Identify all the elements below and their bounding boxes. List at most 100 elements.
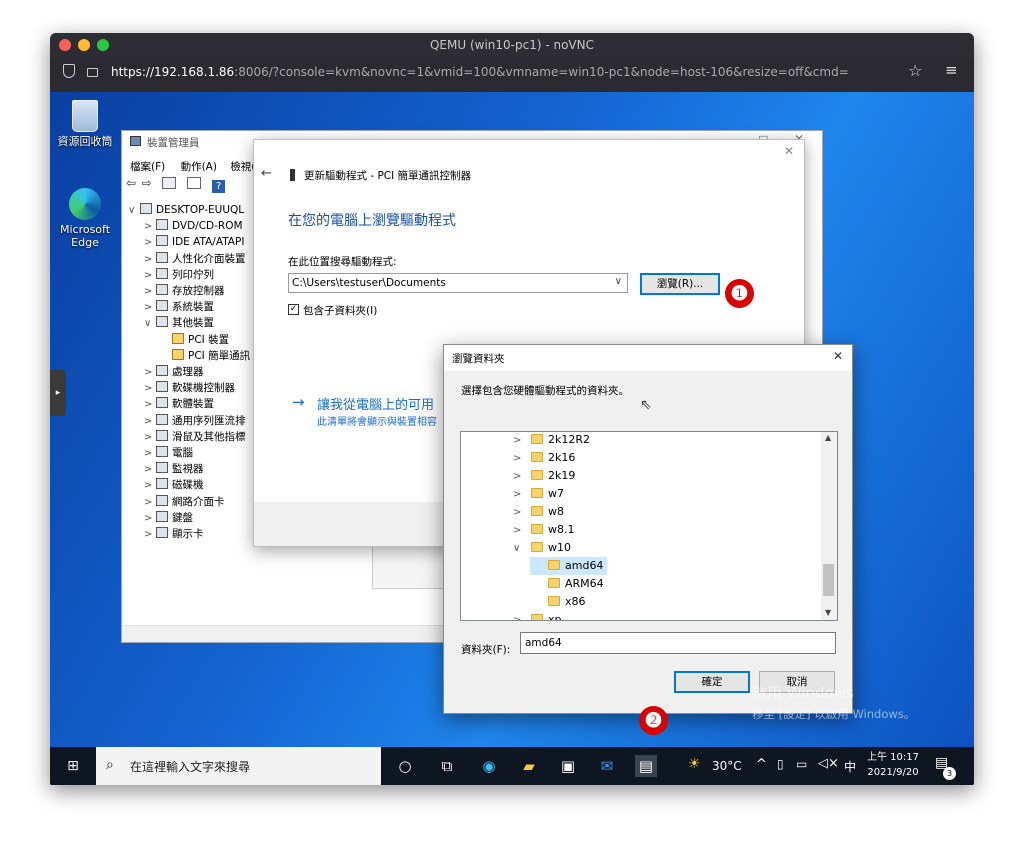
chevron-down-icon[interactable]: ∨ bbox=[144, 316, 156, 332]
chevron-right-icon[interactable]: > bbox=[513, 504, 531, 522]
close-window-button[interactable] bbox=[59, 39, 71, 51]
device-tree-item[interactable]: ∨ 其他裝置 bbox=[144, 315, 214, 332]
chevron-right-icon[interactable]: > bbox=[144, 252, 156, 268]
chevron-down-icon[interactable]: ∨ bbox=[128, 203, 140, 219]
back-arrow-icon[interactable]: ← bbox=[261, 166, 272, 181]
clock[interactable]: 上午 10:17 2021/9/20 bbox=[865, 750, 921, 780]
url-text[interactable]: https://192.168.1.86:8006/?console=kvm&n… bbox=[111, 57, 849, 87]
battery-icon[interactable]: ▯ bbox=[777, 757, 784, 771]
lock-icon[interactable] bbox=[87, 68, 98, 77]
zoom-window-button[interactable] bbox=[97, 39, 109, 51]
chevron-down-icon[interactable]: ∨ bbox=[513, 540, 531, 558]
device-tree-item[interactable]: > 監視器 bbox=[144, 461, 204, 478]
chevron-right-icon[interactable]: > bbox=[513, 612, 531, 620]
device-tree-item[interactable]: > 系統裝置 bbox=[144, 299, 214, 316]
device-tree-item[interactable]: > 電腦 bbox=[144, 445, 193, 462]
device-tree-item[interactable]: > 磁碟機 bbox=[144, 477, 204, 494]
ime-indicator[interactable]: 中 bbox=[844, 758, 856, 775]
device-tree-item[interactable]: > 通用序列匯流排 bbox=[144, 413, 246, 430]
chevron-right-icon[interactable]: > bbox=[144, 235, 156, 251]
scroll-up-icon[interactable]: ▲ bbox=[825, 433, 831, 442]
device-manager-taskbar-icon[interactable]: ▤ bbox=[635, 755, 657, 777]
folder-tree-item[interactable]: > w7 bbox=[513, 485, 564, 503]
task-view-icon[interactable]: ⧉ bbox=[436, 755, 458, 777]
chevron-right-icon[interactable]: > bbox=[144, 300, 156, 316]
driver-path-combo[interactable]: C:\Users\testuser\Documents ∨ bbox=[288, 273, 628, 293]
menu-view[interactable]: 檢視( bbox=[230, 161, 255, 173]
folder-tree-scrollbar[interactable]: ▲ ▼ bbox=[821, 432, 837, 620]
device-tree-item[interactable]: > DVD/CD-ROM bbox=[144, 218, 243, 235]
chevron-right-icon[interactable]: > bbox=[144, 414, 156, 430]
folder-tree-item[interactable]: > xp bbox=[513, 611, 562, 620]
chevron-right-icon[interactable]: > bbox=[144, 365, 156, 381]
chevron-right-icon[interactable]: > bbox=[513, 432, 531, 450]
chevron-right-icon[interactable]: > bbox=[513, 468, 531, 486]
device-tree-item[interactable]: > 列印佇列 bbox=[144, 267, 214, 284]
chevron-right-icon[interactable]: > bbox=[144, 478, 156, 494]
folder-tree[interactable]: >2k12R2 >2k16 >2k19 > w7 > w8 > w8.1 ∨ w10 amd64 ARM… bbox=[460, 431, 838, 621]
browse-close-icon[interactable]: ✕ bbox=[833, 349, 843, 363]
chevron-up-icon[interactable]: ^ bbox=[756, 757, 767, 772]
chevron-right-icon[interactable]: > bbox=[144, 397, 156, 413]
device-tree-item[interactable]: > 人性化介面裝置 bbox=[144, 251, 246, 268]
device-tree-item[interactable]: > 存放控制器 bbox=[144, 283, 225, 300]
device-tree-item[interactable]: PCI 裝置 bbox=[160, 332, 229, 348]
taskbar-search-box[interactable]: ⌕ 在這裡輸入文字來搜尋 bbox=[96, 747, 381, 785]
folder-tree-item[interactable]: > w8.1 bbox=[513, 521, 575, 539]
folder-tree-item[interactable]: ∨ w10 bbox=[513, 539, 571, 557]
edge-shortcut[interactable]: Microsoft Edge bbox=[53, 188, 117, 249]
shield-icon[interactable] bbox=[63, 64, 75, 78]
folder-tree-item[interactable]: >2k16 bbox=[513, 449, 575, 467]
chevron-right-icon[interactable]: > bbox=[144, 462, 156, 478]
folder-tree-item[interactable]: amd64 bbox=[530, 557, 608, 575]
weather-temperature[interactable]: 30°C bbox=[712, 759, 742, 773]
network-icon[interactable]: ▭ bbox=[796, 757, 807, 771]
browse-button[interactable]: 瀏覽(R)... bbox=[640, 273, 720, 295]
chevron-right-icon[interactable]: > bbox=[144, 268, 156, 284]
device-tree-item[interactable]: > 軟碟機控制器 bbox=[144, 380, 235, 397]
folder-tree-item[interactable]: ARM64 bbox=[530, 575, 604, 593]
back-arrow-icon[interactable]: ⇦ bbox=[126, 176, 136, 190]
device-tree-item[interactable]: > IDE ATA/ATAPI bbox=[144, 234, 244, 251]
ok-button[interactable]: 確定 bbox=[674, 671, 750, 693]
chevron-right-icon[interactable]: > bbox=[144, 381, 156, 397]
device-tree-item[interactable]: PCI 簡單通訊 bbox=[160, 348, 250, 364]
mail-icon[interactable]: ✉ bbox=[596, 755, 618, 777]
folder-tree-item[interactable]: x86 bbox=[530, 593, 586, 611]
novnc-sidebar-handle[interactable]: ▸ bbox=[50, 370, 66, 416]
include-subfolders-checkbox[interactable]: ✓ bbox=[288, 304, 299, 315]
chevron-right-icon[interactable]: > bbox=[144, 446, 156, 462]
pick-from-list-link[interactable]: 讓我從電腦上的可用 bbox=[317, 394, 434, 413]
chevron-down-icon[interactable]: ∨ bbox=[615, 276, 622, 287]
device-tree-item[interactable]: > 鍵盤 bbox=[144, 510, 193, 527]
start-icon[interactable]: ⊞ bbox=[62, 755, 84, 777]
folder-tree-item[interactable]: > w8 bbox=[513, 503, 564, 521]
properties-icon[interactable] bbox=[162, 177, 177, 189]
scrollbar-thumb[interactable] bbox=[823, 564, 834, 596]
folder-tree-item[interactable]: >2k12R2 bbox=[513, 432, 590, 450]
folder-tree-item[interactable]: >2k19 bbox=[513, 467, 575, 485]
chevron-right-icon[interactable]: > bbox=[144, 527, 156, 543]
device-tree-item[interactable]: > 處理器 bbox=[144, 364, 204, 381]
menu-action[interactable]: 動作(A) bbox=[181, 161, 217, 173]
device-tree-item[interactable]: ∨ DESKTOP-EUUQL bbox=[128, 202, 244, 219]
address-bar[interactable]: https://192.168.1.86:8006/?console=kvm&n… bbox=[50, 57, 974, 92]
chevron-right-icon[interactable]: > bbox=[144, 219, 156, 235]
wizard-close-icon[interactable]: ✕ bbox=[784, 144, 794, 158]
cortana-icon[interactable]: ○ bbox=[394, 755, 416, 777]
chevron-right-icon[interactable]: > bbox=[144, 511, 156, 527]
device-tree-item[interactable]: > 顯示卡 bbox=[144, 526, 204, 543]
chevron-right-icon[interactable]: > bbox=[513, 522, 531, 540]
scroll-down-icon[interactable]: ▼ bbox=[825, 608, 831, 617]
chevron-right-icon[interactable]: > bbox=[144, 495, 156, 511]
recycle-bin-shortcut[interactable]: 資源回收筒 bbox=[53, 100, 117, 148]
device-tree-item[interactable]: > 軟體裝置 bbox=[144, 396, 214, 413]
list-view-icon[interactable] bbox=[186, 177, 201, 189]
store-icon[interactable]: ▣ bbox=[557, 755, 579, 777]
weather-icon[interactable]: ☀ bbox=[688, 756, 701, 772]
chevron-right-icon[interactable]: > bbox=[144, 284, 156, 300]
edge-taskbar-icon[interactable]: ◉ bbox=[478, 755, 500, 777]
device-tree-item[interactable]: > 滑鼠及其他指標 bbox=[144, 429, 246, 446]
minimize-window-button[interactable] bbox=[78, 39, 90, 51]
help-icon[interactable]: ? bbox=[212, 180, 226, 193]
